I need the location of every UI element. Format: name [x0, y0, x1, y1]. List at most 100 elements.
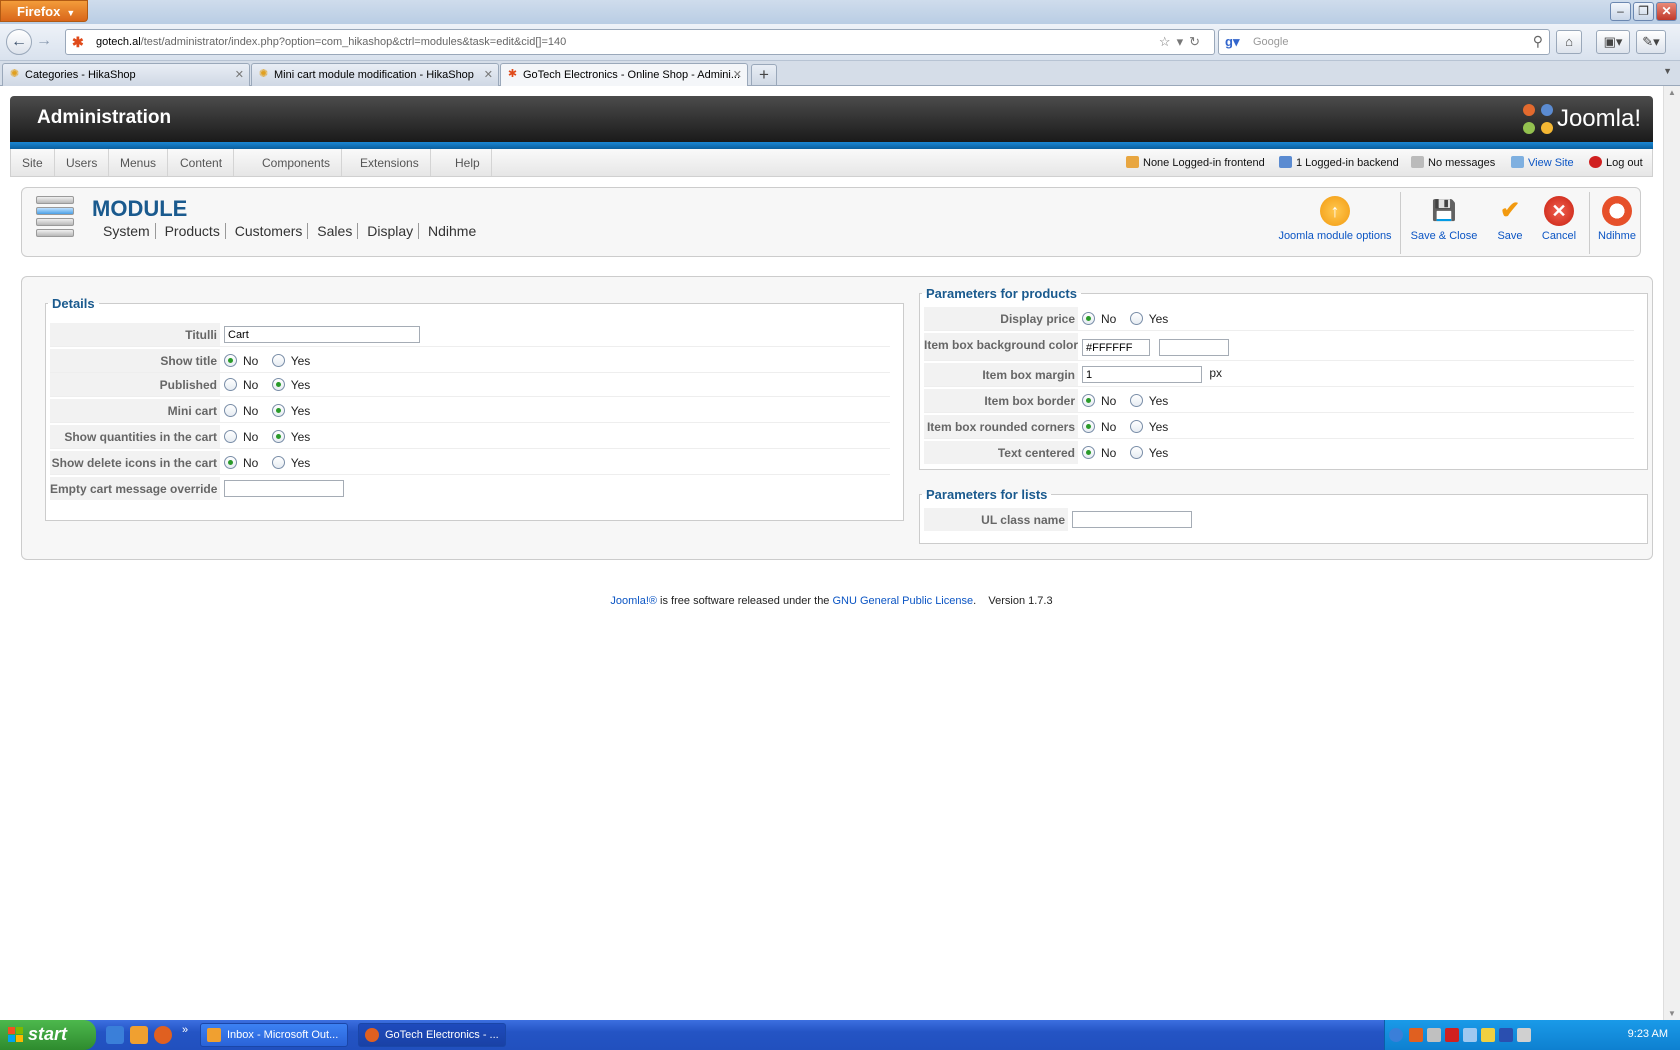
- tab-bar: ✺ Categories - HikaShop ✕ ✺ Mini cart mo…: [0, 61, 1680, 87]
- browser-nav-bar: ← → ✱ gotech.al/test/administrator/index…: [0, 24, 1680, 61]
- published-no-radio[interactable]: [224, 378, 237, 391]
- menu-extensions[interactable]: Extensions: [349, 149, 431, 176]
- show-quantities-no-radio[interactable]: [224, 430, 237, 443]
- tray-volume-icon[interactable]: [1517, 1028, 1531, 1042]
- border-yes-radio[interactable]: [1129, 394, 1143, 407]
- admin-title: Administration: [37, 107, 172, 128]
- ul-class-input[interactable]: [1072, 511, 1192, 528]
- submenu-ndihme[interactable]: Ndihme: [423, 223, 481, 239]
- logout-link[interactable]: Log out: [1589, 156, 1643, 169]
- menu-site[interactable]: Site: [11, 149, 55, 176]
- start-button[interactable]: start: [0, 1020, 96, 1050]
- empty-msg-label: Empty cart message override: [50, 477, 220, 500]
- submenu-products[interactable]: Products: [159, 223, 226, 239]
- show-delete-no-radio[interactable]: [224, 456, 237, 469]
- close-tab-icon[interactable]: ✕: [484, 68, 493, 81]
- close-window-icon[interactable]: ✕: [1656, 2, 1677, 21]
- search-icon[interactable]: ⚲: [1533, 33, 1543, 50]
- submenu-display[interactable]: Display: [362, 223, 420, 239]
- lifebuoy-icon: [1602, 196, 1632, 226]
- view-site-link[interactable]: View Site: [1511, 156, 1574, 169]
- rounded-yes-radio[interactable]: [1129, 420, 1143, 433]
- search-bar[interactable]: g▾ Google ⚲: [1218, 29, 1550, 55]
- submenu-customers[interactable]: Customers: [229, 223, 309, 239]
- submenu-sales[interactable]: Sales: [312, 223, 359, 239]
- ie-quicklaunch-icon[interactable]: [106, 1026, 124, 1044]
- screenshot-addon-icon[interactable]: ▣▾: [1596, 30, 1630, 54]
- admin-menu: Site Users Menus Content Components Exte…: [10, 149, 1653, 177]
- radio-label: No: [243, 456, 259, 470]
- joomla-logo: Joomla!: [1522, 102, 1641, 136]
- cancel-button[interactable]: ✕ Cancel: [1537, 196, 1581, 252]
- close-tab-icon[interactable]: ✕: [733, 68, 742, 81]
- save-close-button[interactable]: 💾 Save & Close: [1408, 196, 1480, 252]
- tray-display-icon[interactable]: [1463, 1028, 1477, 1042]
- tab-gotech-admin[interactable]: ✱ GoTech Electronics - Online Shop - Adm…: [500, 63, 748, 87]
- tab-list-icon[interactable]: ▼: [1663, 66, 1672, 76]
- quicklaunch-expand-icon[interactable]: »: [182, 1024, 188, 1036]
- centered-no-radio[interactable]: [1082, 446, 1095, 459]
- save-button[interactable]: ✔ Save: [1490, 196, 1530, 252]
- rounded-no-radio[interactable]: [1082, 420, 1095, 433]
- tab-categories[interactable]: ✺ Categories - HikaShop ✕: [2, 63, 250, 86]
- menu-menus[interactable]: Menus: [109, 149, 169, 176]
- menu-components[interactable]: Components: [251, 149, 343, 176]
- tray-app-icon[interactable]: [1409, 1028, 1423, 1042]
- submenu-system[interactable]: System: [98, 223, 156, 239]
- show-title-no-radio[interactable]: [224, 354, 237, 367]
- menu-help[interactable]: Help: [444, 149, 492, 176]
- task-firefox[interactable]: GoTech Electronics - ...: [358, 1023, 506, 1047]
- menu-users[interactable]: Users: [55, 149, 110, 176]
- mini-cart-yes-radio[interactable]: [271, 404, 285, 417]
- titulli-input[interactable]: [224, 326, 420, 343]
- tray-expand-icon[interactable]: [1389, 1028, 1403, 1042]
- tray-network-icon[interactable]: [1427, 1028, 1441, 1042]
- bookmark-star-icon[interactable]: ☆▾↻: [1159, 34, 1206, 50]
- tab-mini-cart[interactable]: ✺ Mini cart module modification - HikaSh…: [251, 63, 499, 86]
- firefox-quicklaunch-icon[interactable]: [154, 1026, 172, 1044]
- show-title-yes-radio[interactable]: [271, 354, 285, 367]
- page-scrollbar[interactable]: ▲ ▼: [1663, 86, 1680, 1020]
- messages-status[interactable]: No messages: [1411, 156, 1495, 169]
- help-button[interactable]: Ndihme: [1595, 196, 1639, 252]
- mini-cart-no-radio[interactable]: [224, 404, 237, 417]
- firefox-icon: [365, 1028, 379, 1042]
- restore-icon[interactable]: ❐: [1633, 2, 1654, 21]
- tray-shield-icon[interactable]: [1481, 1028, 1495, 1042]
- home-icon[interactable]: ⌂: [1556, 30, 1582, 54]
- joomla-module-options-button[interactable]: ↑ Joomla module options: [1275, 196, 1395, 252]
- margin-input[interactable]: [1082, 366, 1202, 383]
- tray-security-icon[interactable]: [1445, 1028, 1459, 1042]
- google-icon: g▾: [1225, 34, 1240, 49]
- bg-color-input[interactable]: [1082, 339, 1150, 356]
- close-tab-icon[interactable]: ✕: [235, 68, 244, 81]
- display-price-no-radio[interactable]: [1082, 312, 1095, 325]
- url-bar[interactable]: ✱ gotech.al/test/administrator/index.php…: [65, 29, 1215, 55]
- scroll-down-icon[interactable]: ▼: [1668, 1009, 1676, 1018]
- firefox-menu-button[interactable]: Firefox ▼: [0, 0, 88, 22]
- outlook-quicklaunch-icon[interactable]: [130, 1026, 148, 1044]
- border-no-radio[interactable]: [1082, 394, 1095, 407]
- scroll-up-icon[interactable]: ▲: [1668, 88, 1676, 97]
- joomla-link[interactable]: Joomla!®: [610, 595, 657, 607]
- menu-content[interactable]: Content: [169, 149, 235, 176]
- task-outlook[interactable]: Inbox - Microsoft Out...: [200, 1023, 348, 1047]
- addon-icon[interactable]: ✎▾: [1636, 30, 1666, 54]
- license-link[interactable]: GNU General Public License: [832, 595, 973, 607]
- show-delete-yes-radio[interactable]: [271, 456, 285, 469]
- show-delete-row: Show delete icons in the cart No Yes: [50, 451, 890, 475]
- details-fieldset: Details Titulli Show title No Yes Publis…: [45, 296, 904, 521]
- admin-header: Administration Joomla!: [10, 96, 1653, 142]
- back-icon[interactable]: ←: [6, 29, 32, 55]
- empty-msg-input[interactable]: [224, 480, 344, 497]
- tray-bluetooth-icon[interactable]: [1499, 1028, 1513, 1042]
- display-price-yes-radio[interactable]: [1129, 312, 1143, 325]
- new-tab-icon[interactable]: +: [751, 64, 777, 86]
- forward-icon[interactable]: →: [34, 29, 54, 55]
- minimize-icon[interactable]: –: [1610, 2, 1631, 21]
- color-picker-swatch[interactable]: [1159, 339, 1230, 356]
- show-quantities-yes-radio[interactable]: [271, 430, 285, 443]
- published-yes-radio[interactable]: [271, 378, 285, 391]
- centered-yes-radio[interactable]: [1129, 446, 1143, 459]
- show-title-row: Show title No Yes: [50, 349, 890, 373]
